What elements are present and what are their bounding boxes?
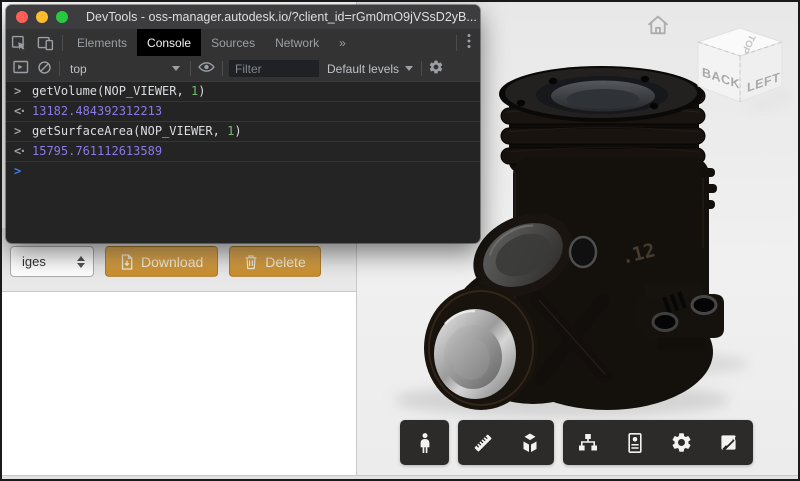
devtools-window: DevTools - oss-manager.autodesk.io/?clie… [6,5,480,243]
console-command-row: > getSurfaceArea(NOP_VIEWER, 1) [6,122,480,142]
gear-icon [670,431,693,454]
minimize-window-button[interactable] [36,11,48,23]
home-icon[interactable] [645,13,671,37]
navigation-tool-group [400,420,449,465]
chevron-down-icon [405,66,413,71]
explode-cube-icon [518,431,542,455]
execution-context-value: top [70,62,166,76]
format-select-value: iges [22,254,77,269]
hierarchy-icon [576,431,600,455]
format-select[interactable]: iges [10,246,94,277]
command-chevron: > [14,84,32,98]
console-command-row: > getVolume(NOP_VIEWER, 1) [6,82,480,102]
properties-panel-icon [623,431,647,455]
console-settings-gear-icon[interactable] [428,59,444,78]
prompt-chevron: > [14,164,32,178]
command-text: getSurfaceArea(NOP_VIEWER, 1) [32,124,242,138]
chevron-down-icon [172,66,180,71]
close-window-button[interactable] [16,11,28,23]
device-toolbar-icon[interactable] [32,29,58,56]
log-levels-value: Default levels [327,62,399,76]
settings-tool-group [563,420,753,465]
log-levels-select[interactable]: Default levels [325,62,415,76]
download-button-label: Download [141,254,203,270]
delete-button[interactable]: Delete [229,246,320,277]
tab-console[interactable]: Console [137,29,201,56]
console-result-row: <· 13182.484392312213 [6,102,480,122]
fullscreen-button[interactable] [705,420,752,465]
model-tool-group [458,420,554,465]
result-arrow: <· [14,144,32,158]
live-expression-eye-icon[interactable] [197,58,216,79]
viewcube[interactable]: BACK LEFT TOP [694,24,794,116]
model-browser-button[interactable] [564,420,611,465]
more-tabs-chevron[interactable]: » [329,29,356,56]
first-person-button[interactable] [401,420,448,465]
zoom-window-button[interactable] [56,11,68,23]
app-window: iges Download [2,2,798,479]
properties-button[interactable] [611,420,658,465]
result-arrow: <· [14,104,32,118]
first-person-icon [413,431,437,455]
window-title: DevTools - oss-manager.autodesk.io/?clie… [86,10,477,24]
result-value: 13182.484392312213 [32,104,162,118]
measure-button[interactable] [459,420,506,465]
bottom-strip [2,475,798,479]
clear-console-icon[interactable] [36,59,53,79]
command-chevron: > [14,124,32,138]
console-result-row: <· 15795.761112613589 [6,142,480,162]
console-filter-input[interactable] [229,60,319,77]
inspect-element-icon[interactable] [6,29,32,56]
fullscreen-icon [717,431,740,454]
settings-button[interactable] [658,420,705,465]
console-prompt-row[interactable]: > [6,162,480,181]
delete-button-label: Delete [265,254,305,270]
result-value: 15795.761112613589 [32,144,162,158]
devtools-menu-icon[interactable] [467,33,471,52]
trash-icon [244,254,258,270]
command-text: getVolume(NOP_VIEWER, 1) [32,84,205,98]
viewer-toolbar [400,420,753,465]
ruler-icon [471,431,495,455]
execution-context-select[interactable]: top [66,62,184,76]
tab-sources[interactable]: Sources [201,29,265,56]
console-toolbar: top Default levels [6,56,480,82]
tab-elements[interactable]: Elements [67,29,137,56]
select-stepper-icon [77,256,85,268]
explode-button[interactable] [506,420,553,465]
devtools-tabbar: Elements Console Sources Network » [6,29,480,56]
console-log[interactable]: > getVolume(NOP_VIEWER, 1) <· 13182.4843… [6,82,480,181]
console-sidebar-icon[interactable] [12,58,30,79]
download-button[interactable]: Download [105,246,218,277]
tab-network[interactable]: Network [265,29,329,56]
download-file-icon [120,254,134,270]
devtools-titlebar[interactable]: DevTools - oss-manager.autodesk.io/?clie… [6,5,480,29]
